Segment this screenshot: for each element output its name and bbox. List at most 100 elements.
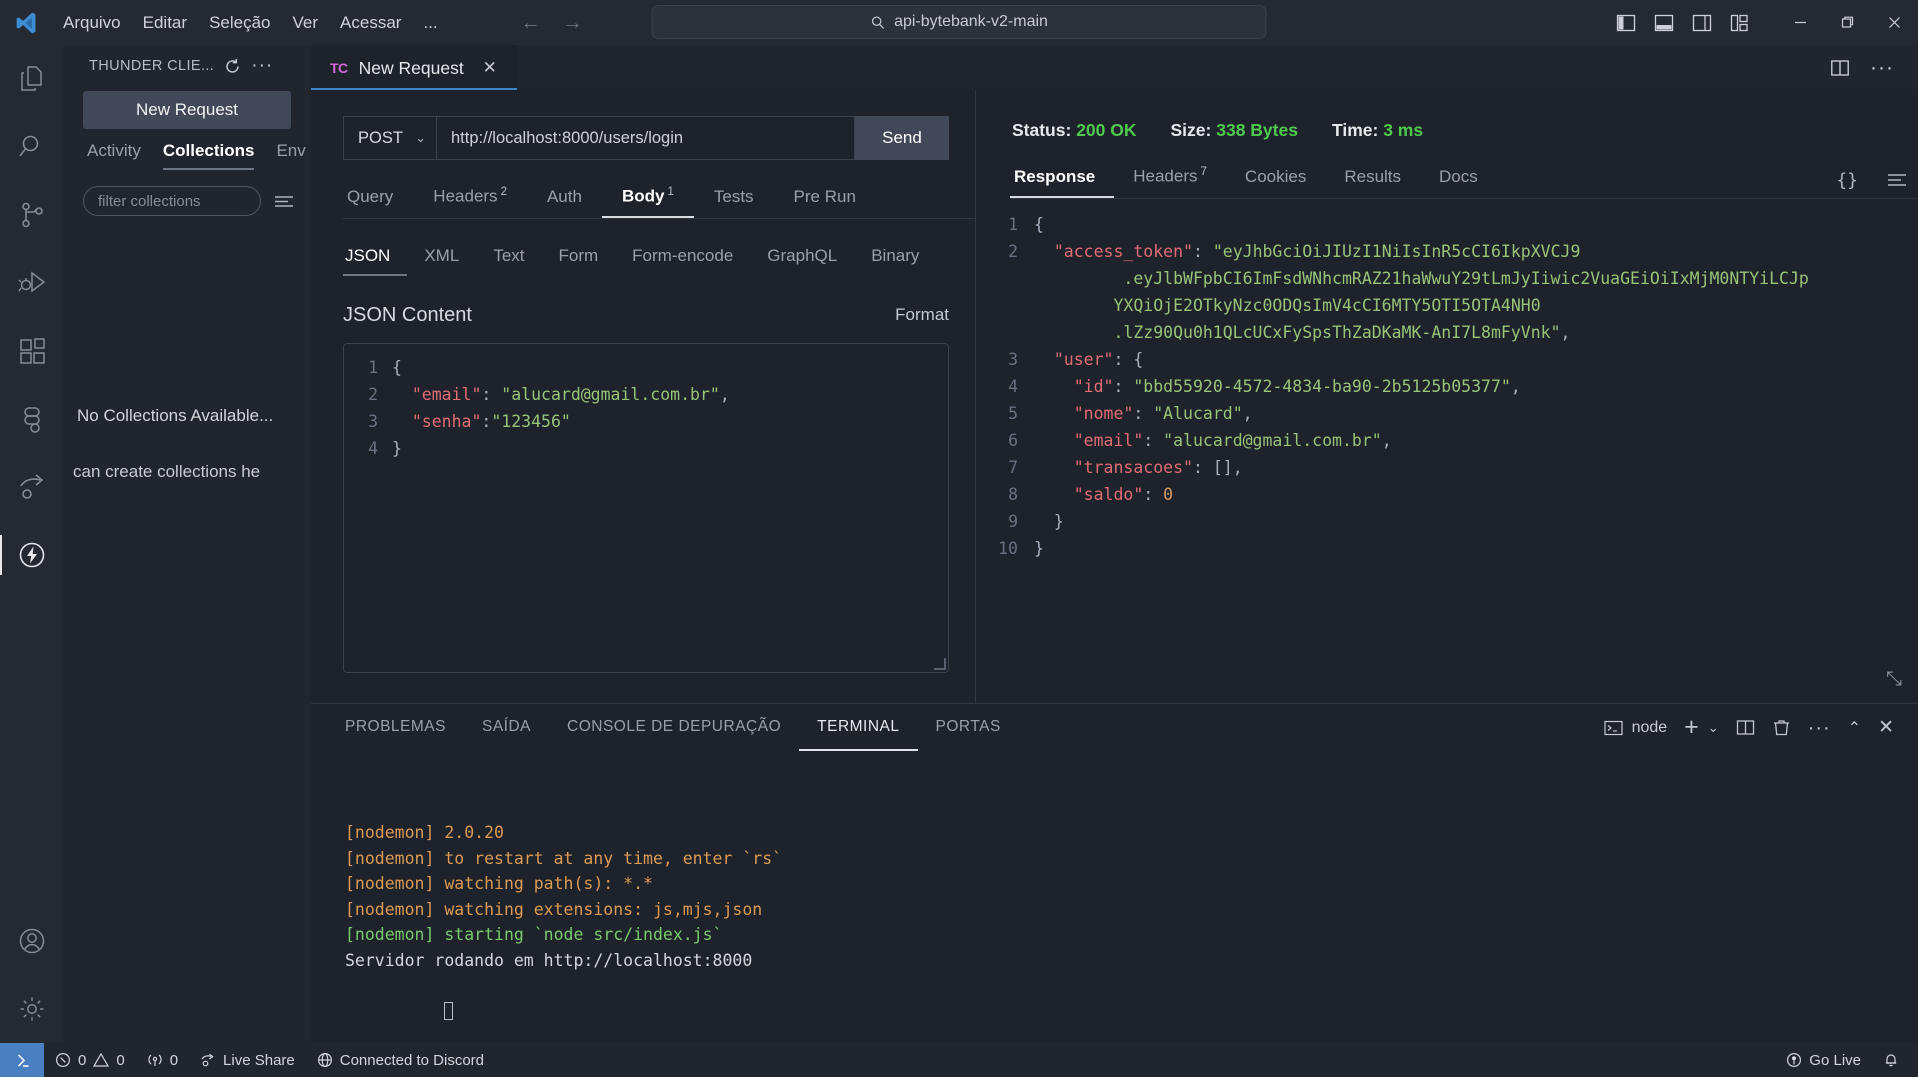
panel-tab-problemas[interactable]: PROBLEMAS bbox=[343, 704, 464, 751]
request-url-input[interactable] bbox=[437, 116, 855, 160]
response-tab-cookies[interactable]: Cookies bbox=[1226, 167, 1325, 198]
editor-resize-grip[interactable] bbox=[934, 657, 946, 670]
request-tab-tests[interactable]: Tests bbox=[694, 187, 774, 218]
body-type-xml[interactable]: XML bbox=[407, 246, 476, 276]
body-type-json[interactable]: JSON bbox=[343, 246, 408, 276]
request-tab-pre-run[interactable]: Pre Run bbox=[774, 187, 876, 218]
send-button[interactable]: Send bbox=[855, 116, 949, 160]
close-window-button[interactable] bbox=[1871, 0, 1918, 45]
activity-item-figma[interactable] bbox=[0, 385, 63, 453]
remote-window-button[interactable] bbox=[0, 1043, 44, 1077]
request-tab-headers[interactable]: Headers 2 bbox=[413, 186, 527, 218]
format-json-icon[interactable]: {} bbox=[1836, 170, 1858, 191]
refresh-icon[interactable] bbox=[224, 58, 241, 75]
menu-ver[interactable]: Ver bbox=[282, 0, 330, 45]
activity-item-accounts[interactable] bbox=[0, 907, 63, 975]
status-ports[interactable]: 0 bbox=[136, 1043, 189, 1077]
maximize-panel-icon[interactable]: ⌃ bbox=[1848, 718, 1861, 738]
http-method-select[interactable]: POST ⌄ bbox=[343, 116, 437, 160]
response-tab-docs[interactable]: Docs bbox=[1420, 167, 1497, 198]
new-request-button[interactable]: New Request bbox=[83, 91, 291, 129]
terminal-dropdown-icon[interactable]: ⌄ bbox=[1708, 720, 1719, 736]
request-body-editor[interactable]: 1{2 "email": "alucard@gmail.com.br", 3 "s… bbox=[343, 342, 949, 673]
kill-terminal-icon[interactable] bbox=[1772, 718, 1791, 737]
time-group: Time: 3 ms bbox=[1332, 120, 1423, 141]
command-center-text: api-bytebank-v2-main bbox=[894, 13, 1048, 30]
body-type-graphql[interactable]: GraphQL bbox=[750, 246, 854, 276]
response-menu-icon[interactable] bbox=[1886, 171, 1908, 189]
request-tab-query[interactable]: Query bbox=[343, 187, 413, 218]
format-button[interactable]: Format bbox=[895, 305, 949, 325]
activity-item-search[interactable] bbox=[0, 113, 63, 181]
status-go-live[interactable]: Go Live bbox=[1775, 1043, 1872, 1077]
body-type-form-encode[interactable]: Form-encode bbox=[615, 246, 750, 276]
panel-tab-portas[interactable]: PORTAS bbox=[918, 704, 1019, 751]
close-panel-icon[interactable]: ✕ bbox=[1878, 716, 1894, 739]
terminal-output[interactable]: [nodemon] 2.0.20 [nodemon] to restart at … bbox=[311, 751, 1918, 1043]
body-type-form[interactable]: Form bbox=[542, 246, 616, 276]
split-terminal-icon[interactable] bbox=[1736, 718, 1755, 737]
sidebar-tab-collections[interactable]: Collections bbox=[162, 141, 255, 170]
response-tab-results[interactable]: Results bbox=[1325, 167, 1420, 198]
code-line: 3 "user": { bbox=[976, 346, 1918, 373]
menu-more[interactable]: ... bbox=[412, 0, 448, 45]
toggle-secondary-sidebar-icon[interactable] bbox=[1691, 14, 1713, 32]
filter-menu-icon[interactable] bbox=[273, 192, 295, 210]
menu-arquivo[interactable]: Arquivo bbox=[52, 0, 132, 45]
response-body[interactable]: 1{2 "access_token": "eyJhbGciOiJIUzI1NiI… bbox=[976, 199, 1918, 703]
http-method-value: POST bbox=[358, 128, 403, 147]
forward-arrow-icon[interactable]: → bbox=[563, 13, 583, 33]
back-arrow-icon[interactable]: ← bbox=[521, 13, 541, 33]
request-tab-body[interactable]: Body 1 bbox=[601, 186, 694, 218]
status-discord[interactable]: Connected to Discord bbox=[306, 1043, 495, 1077]
menu-acessar[interactable]: Acessar bbox=[329, 0, 412, 45]
split-editor-icon[interactable] bbox=[1830, 58, 1850, 78]
status-notifications[interactable] bbox=[1872, 1043, 1910, 1077]
maximize-restore-button[interactable] bbox=[1824, 0, 1871, 45]
layout-toggles bbox=[1615, 14, 1777, 32]
activity-item-explorer[interactable] bbox=[0, 45, 63, 113]
toggle-panel-icon[interactable] bbox=[1653, 14, 1675, 32]
editor-tab-new-request[interactable]: TC New Request ✕ bbox=[311, 45, 517, 90]
code-line: 5 "nome": "Alucard", bbox=[976, 400, 1918, 427]
customize-layout-icon[interactable] bbox=[1729, 14, 1751, 32]
request-tab-auth[interactable]: Auth bbox=[527, 187, 602, 218]
panel-tab-terminal[interactable]: TERMINAL bbox=[799, 704, 918, 751]
sidebar-tab-env[interactable]: Env bbox=[276, 141, 305, 170]
line-number: 2 bbox=[368, 384, 378, 404]
new-terminal-icon[interactable]: + bbox=[1684, 715, 1699, 740]
active-terminal-chip[interactable]: node bbox=[1603, 719, 1667, 737]
menu-selecao[interactable]: Seleção bbox=[198, 0, 281, 45]
panel-tab-saida[interactable]: SAÍDA bbox=[464, 704, 549, 751]
activity-item-run-debug[interactable] bbox=[0, 249, 63, 317]
status-problems[interactable]: 0 0 bbox=[44, 1043, 136, 1077]
filter-collections-input[interactable] bbox=[83, 186, 261, 216]
command-center[interactable]: api-bytebank-v2-main bbox=[651, 5, 1267, 39]
activity-item-extensions[interactable] bbox=[0, 317, 63, 385]
activity-item-manage-settings[interactable] bbox=[0, 975, 63, 1043]
body-type-text[interactable]: Text bbox=[476, 246, 541, 276]
menu-editar[interactable]: Editar bbox=[132, 0, 198, 45]
activity-item-live-share[interactable] bbox=[0, 453, 63, 521]
run-debug-icon bbox=[17, 271, 45, 293]
line-number: 3 bbox=[368, 411, 378, 431]
editor-more-actions-icon[interactable]: ··· bbox=[1870, 57, 1894, 78]
response-resize-grip[interactable]: ⤡ bbox=[1886, 668, 1902, 691]
navigation-arrows: ← → bbox=[521, 13, 583, 33]
response-tab-headers[interactable]: Headers 7 bbox=[1114, 166, 1226, 198]
body-type-binary[interactable]: Binary bbox=[854, 246, 936, 276]
minimize-button[interactable] bbox=[1777, 0, 1824, 45]
status-live-share[interactable]: Live Share bbox=[189, 1043, 306, 1077]
response-tab-response[interactable]: Response bbox=[1010, 167, 1115, 198]
close-tab-icon[interactable]: ✕ bbox=[479, 57, 501, 79]
activity-item-source-control[interactable] bbox=[0, 181, 63, 249]
size-value: 338 Bytes bbox=[1216, 120, 1298, 140]
sidebar-tab-activity[interactable]: Activity bbox=[87, 141, 141, 170]
panel-more-actions-icon[interactable]: ··· bbox=[1808, 718, 1831, 738]
activity-item-thunder-client[interactable] bbox=[0, 521, 63, 589]
request-tab-body-label: Body bbox=[621, 186, 665, 206]
panel-tab-console-depuracao[interactable]: CONSOLE DE DEPURAÇÃO bbox=[549, 704, 799, 751]
sidebar-more-icon[interactable]: ··· bbox=[251, 56, 273, 75]
line-number: 6 bbox=[1008, 430, 1018, 450]
toggle-primary-sidebar-icon[interactable] bbox=[1615, 14, 1637, 32]
